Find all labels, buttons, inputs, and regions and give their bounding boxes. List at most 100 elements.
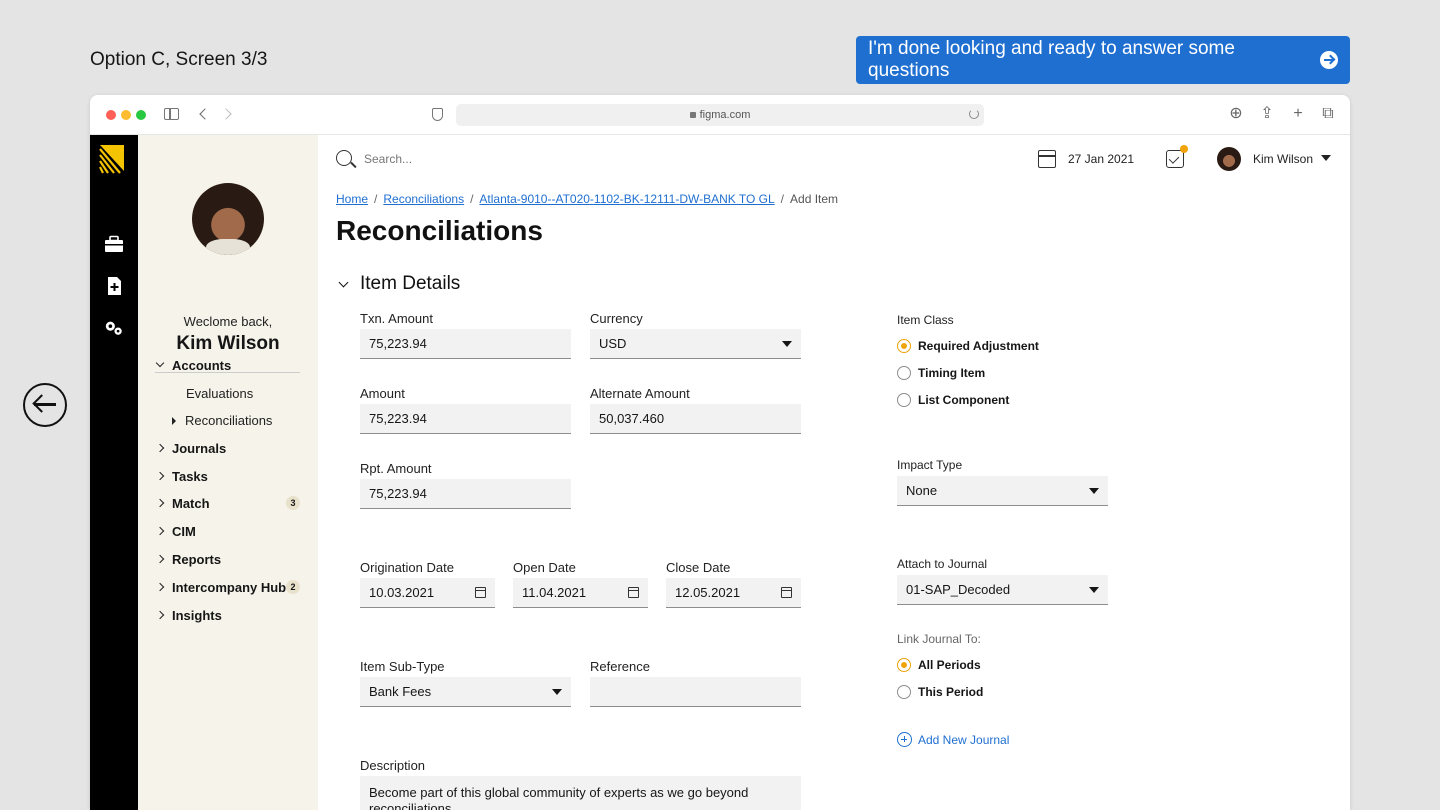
sidebar-item-insights[interactable]: Insights [155, 604, 300, 626]
chevron-down-icon[interactable] [338, 277, 349, 288]
currency-label: Currency [590, 311, 643, 326]
app-logo-icon [98, 143, 126, 175]
radio-all-periods[interactable]: All Periods [897, 658, 981, 672]
link-journal-label: Link Journal To: [897, 632, 981, 646]
calendar-icon[interactable] [475, 587, 486, 598]
briefcase-icon[interactable] [104, 235, 124, 253]
breadcrumb-reconciliations[interactable]: Reconciliations [383, 192, 464, 206]
sidebar-item-label: Accounts [172, 357, 232, 373]
caret-down-icon[interactable] [1321, 155, 1331, 161]
sidebar-item-reports[interactable]: Reports [155, 548, 300, 570]
download-icon[interactable]: ⊕ [1229, 106, 1243, 122]
sidebar-item-label: Intercompany Hub [172, 579, 287, 595]
tab-overview-icon[interactable]: ⧉ [1321, 106, 1335, 122]
chevron-right-icon [155, 498, 165, 508]
radio-this-period[interactable]: This Period [897, 685, 983, 699]
field-value: 75,223.94 [369, 486, 427, 501]
close-date-field[interactable]: 12.05.2021 [666, 578, 801, 608]
done-button[interactable]: I'm done looking and ready to answer som… [856, 36, 1350, 84]
rpt-amount-field[interactable]: 75,223.94 [360, 479, 571, 509]
close-window-icon[interactable] [106, 110, 116, 120]
add-circle-icon [897, 732, 912, 747]
add-document-icon[interactable] [104, 277, 124, 295]
sidebar-item-accounts[interactable]: Accounts [155, 354, 300, 376]
address-bar[interactable]: figma.com [456, 104, 984, 126]
sidebar-item-label: Match [172, 495, 210, 511]
alternate-amount-label: Alternate Amount [590, 386, 690, 401]
lock-icon [689, 112, 696, 118]
origination-date-field[interactable]: 10.03.2021 [360, 578, 495, 608]
field-value: None [906, 483, 938, 498]
caret-down-icon [1089, 488, 1099, 494]
impact-type-select[interactable]: None [897, 476, 1108, 506]
sidebar-item-match[interactable]: Match 3 [155, 492, 300, 514]
sidebar-toggle-icon[interactable] [164, 108, 179, 120]
user-name: Kim Wilson [176, 333, 280, 354]
sidebar-subitem-evaluations[interactable]: Evaluations [186, 386, 253, 401]
count-badge: 3 [286, 496, 300, 510]
settings-gears-icon[interactable] [104, 319, 124, 337]
open-date-field[interactable]: 11.04.2021 [513, 578, 648, 608]
chevron-right-icon [155, 554, 165, 564]
radio-selected-icon [897, 339, 911, 353]
back-arrow-icon[interactable] [23, 383, 67, 427]
radio-list-component[interactable]: List Component [897, 393, 1009, 407]
calendar-icon[interactable] [1038, 150, 1056, 168]
task-check-icon[interactable] [1166, 150, 1184, 168]
sidebar: Weclome back, Kim Wilson Accounts Evalua… [138, 135, 318, 810]
item-class-label: Item Class [897, 313, 954, 327]
radio-required-adjustment[interactable]: Required Adjustment [897, 339, 1039, 353]
caret-down-icon [552, 689, 562, 695]
breadcrumb-home[interactable]: Home [336, 192, 368, 206]
minimize-window-icon[interactable] [121, 110, 131, 120]
close-date-label: Close Date [666, 560, 731, 575]
search-icon[interactable] [336, 150, 352, 166]
browser-back-icon[interactable] [199, 108, 211, 120]
search-input[interactable] [364, 149, 564, 169]
sidebar-subitem-reconciliations[interactable]: Reconciliations [172, 413, 272, 428]
done-button-label: I'm done looking and ready to answer som… [868, 38, 1235, 81]
caret-right-icon [172, 417, 176, 425]
amount-field[interactable]: 75,223.94 [360, 404, 571, 434]
caret-down-icon [782, 341, 792, 347]
sidebar-item-label: CIM [172, 523, 196, 539]
zoom-window-icon[interactable] [136, 110, 146, 120]
reference-field[interactable] [590, 677, 801, 707]
share-icon[interactable]: ⇪ [1260, 106, 1274, 122]
page-title: Reconciliations [336, 215, 543, 246]
user-menu[interactable]: Kim Wilson [1253, 152, 1313, 166]
add-new-journal-link[interactable]: Add New Journal [897, 732, 1009, 747]
radio-label: All Periods [918, 658, 981, 672]
radio-selected-icon [897, 658, 911, 672]
privacy-shield-icon[interactable] [432, 108, 443, 121]
description-textarea[interactable]: Become part of this global community of … [360, 776, 801, 810]
browser-window: figma.com ⊕ ⇪ + ⧉ Weclome back, Kim Wils… [90, 95, 1350, 810]
sidebar-item-intercompany-hub[interactable]: Intercompany Hub 2 [155, 576, 300, 598]
calendar-icon[interactable] [628, 587, 639, 598]
open-date-label: Open Date [513, 560, 576, 575]
radio-empty-icon [897, 366, 911, 380]
avatar[interactable] [1217, 147, 1241, 171]
url-text: figma.com [699, 109, 751, 121]
attach-journal-select[interactable]: 01-SAP_Decoded [897, 575, 1108, 605]
item-sub-type-select[interactable]: Bank Fees [360, 677, 571, 707]
reload-icon[interactable] [969, 109, 979, 119]
calendar-icon[interactable] [781, 587, 792, 598]
item-sub-type-label: Item Sub-Type [360, 659, 445, 674]
sidebar-item-label: Tasks [172, 468, 208, 484]
chevron-right-icon [155, 582, 165, 592]
sidebar-item-label: Reconciliations [185, 413, 273, 428]
breadcrumb-account[interactable]: Atlanta-9010--AT020-1102-BK-12111-DW-BAN… [479, 192, 774, 206]
txn-amount-field[interactable]: 75,223.94 [360, 329, 571, 359]
new-tab-icon[interactable]: + [1291, 106, 1305, 122]
sidebar-item-tasks[interactable]: Tasks [155, 465, 300, 487]
arrow-right-circle-icon [1320, 51, 1338, 69]
currency-select[interactable]: USD [590, 329, 801, 359]
sidebar-item-journals[interactable]: Journals [155, 437, 300, 459]
count-badge: 2 [286, 580, 300, 594]
radio-timing-item[interactable]: Timing Item [897, 366, 985, 380]
alternate-amount-field[interactable]: 50,037.460 [590, 404, 801, 434]
field-value: 01-SAP_Decoded [906, 582, 1011, 597]
sidebar-item-cim[interactable]: CIM [155, 520, 300, 542]
browser-forward-icon[interactable] [220, 108, 232, 120]
